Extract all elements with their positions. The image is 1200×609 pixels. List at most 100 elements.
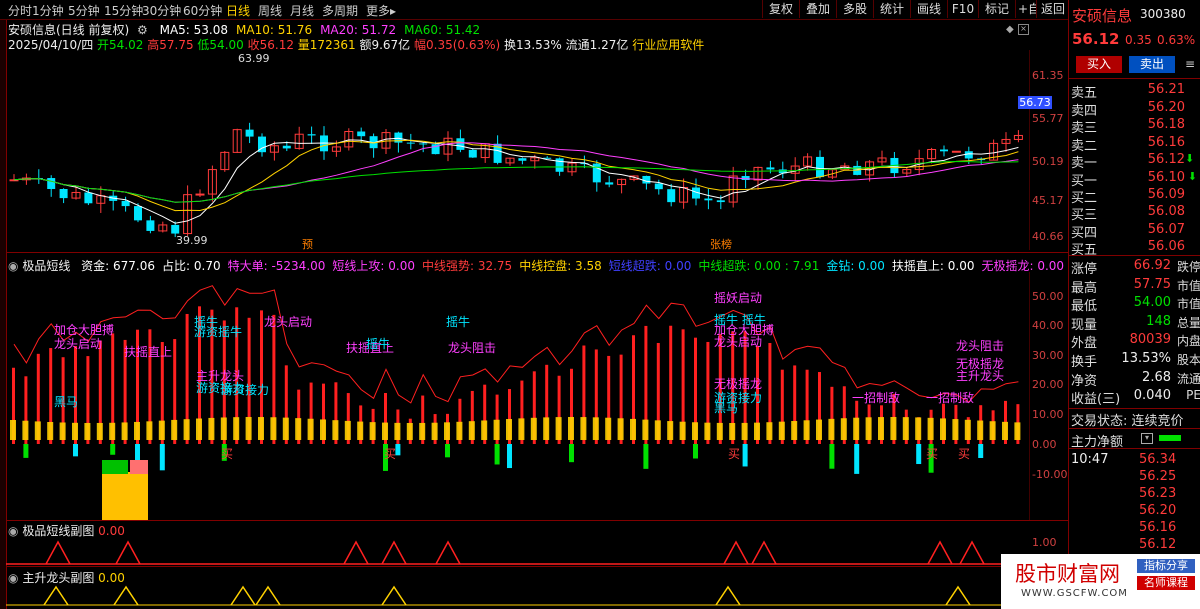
control-bar: [220, 417, 227, 440]
candle-body: [307, 134, 316, 136]
control-bar: [716, 422, 723, 440]
signal-triangle: [945, 585, 971, 606]
negative-bar: [742, 444, 748, 467]
period-tab-fenshi[interactable]: 分时: [8, 2, 32, 19]
indicator-value: 中线强势: 32.75: [421, 259, 513, 273]
candle-body: [245, 129, 254, 137]
period-tab-15min[interactable]: 15分钟: [104, 2, 143, 19]
control-bar: [927, 417, 934, 440]
control-bar: [791, 421, 798, 440]
sell-button[interactable]: 卖出: [1129, 56, 1175, 73]
order-level-price: 56.07: [1147, 221, 1185, 237]
mark-button[interactable]: 标记: [978, 0, 1015, 18]
ask-level: 卖三 56.18: [1071, 117, 1199, 136]
period-tab-multi[interactable]: 多周期: [322, 2, 358, 19]
control-bar: [183, 419, 190, 440]
control-bar: [977, 420, 984, 440]
indicator-value: 中线控盘: 3.58: [519, 259, 602, 273]
candle-body: [964, 151, 973, 159]
period-tab-monthly[interactable]: 月线: [290, 2, 314, 19]
period-tab-30min[interactable]: 30分钟: [142, 2, 181, 19]
stat-tail-label: 流通: [1176, 371, 1200, 386]
settings-icon[interactable]: ⚙: [137, 23, 148, 37]
ask-level: 卖二 56.16: [1071, 135, 1199, 154]
control-bar: [320, 419, 326, 440]
menu-icon[interactable]: ≡: [1183, 56, 1197, 73]
ask-level: 卖五 56.21: [1071, 82, 1199, 101]
negative-bar: [73, 444, 78, 457]
stat-label: 外盘: [1071, 336, 1098, 352]
sub2-chart: [6, 585, 1030, 606]
signal-triangle: [435, 540, 461, 565]
control-bar: [555, 417, 562, 440]
control-bar: [96, 422, 103, 440]
control-bar: [729, 422, 736, 440]
signal-label: 买: [221, 447, 233, 461]
stat-value: 57.75: [1133, 276, 1171, 292]
stat-row: 外盘 80039 内盘: [1071, 332, 1200, 352]
signal-label: 龙头启动: [54, 337, 102, 351]
overlay-button[interactable]: 叠加: [799, 0, 836, 18]
stat-label: 最低: [1071, 299, 1098, 315]
control-bar: [146, 421, 153, 440]
ma-values: MA5: 53.08 MA10: 51.76 MA20: 51.72 MA60: 51…: [152, 23, 481, 37]
signal-label: 摇牛: [446, 314, 470, 329]
signal-label: 游资接力: [221, 382, 269, 397]
negative-bar: [829, 444, 835, 469]
tick-price: 56.34: [1139, 452, 1177, 467]
stat-row: 收益(三) 0.040 PE: [1071, 388, 1200, 407]
signal-triangle: [751, 540, 777, 565]
order-level-price: 56.20: [1147, 99, 1185, 115]
signal-label: 买: [926, 447, 938, 461]
control-bar: [332, 420, 339, 440]
stock-code: 300380: [1140, 7, 1186, 21]
control-bar: [828, 418, 835, 440]
control-bar: [816, 419, 822, 440]
negative-bar: [643, 444, 649, 469]
indicator-value: 中线超跌: 0.00 : 7.91: [698, 259, 820, 273]
multi-stock-button[interactable]: 多股: [836, 0, 873, 18]
order-level-label: 买一: [1071, 174, 1098, 189]
control-bar: [282, 417, 289, 440]
control-bar: [940, 418, 946, 440]
close-icon[interactable]: ×: [1018, 24, 1029, 35]
collapse-toggle-icon[interactable]: ▾: [1141, 433, 1153, 444]
stat-value: 54.00: [1133, 295, 1171, 311]
indicator-collapse-icon[interactable]: ◉: [8, 259, 18, 273]
control-bar: [1002, 421, 1008, 440]
stat-tail-label: 股本: [1176, 353, 1200, 367]
draw-line-button[interactable]: 画线: [910, 0, 947, 18]
watermark-tag-1: 指标分享: [1137, 559, 1195, 573]
control-bar: [431, 422, 438, 440]
control-bar: [692, 422, 698, 440]
ma-value: MA60: 51.42: [404, 23, 481, 37]
pin-icon[interactable]: ◆: [1006, 24, 1014, 35]
period-tab-5min[interactable]: 5分钟: [68, 2, 100, 19]
candle-body: [282, 145, 291, 149]
control-bar: [754, 422, 760, 440]
price-axis-tick: 45.17: [1032, 194, 1064, 207]
period-tab-more[interactable]: 更多▸: [366, 2, 396, 19]
indicator-value: 金钻: 0.00: [826, 259, 885, 273]
control-bar: [121, 422, 128, 440]
statistics-button[interactable]: 统计: [873, 0, 910, 18]
period-tab-1min[interactable]: 1分钟: [32, 2, 64, 19]
buy-button[interactable]: 买入: [1076, 56, 1122, 73]
back-button[interactable]: 返回: [1036, 0, 1069, 18]
negative-bar: [507, 444, 512, 469]
indicator-name: 极品短线: [22, 259, 71, 273]
candle-body: [940, 149, 948, 152]
large-volume-block: [102, 472, 148, 520]
adjust-button[interactable]: 复权: [762, 0, 799, 18]
bid-level: 买一 56.10 ⬇: [1071, 170, 1199, 189]
period-tab-daily[interactable]: 日线: [226, 2, 250, 19]
period-tab-weekly[interactable]: 周线: [258, 2, 282, 19]
period-tab-60min[interactable]: 60分钟: [183, 2, 222, 19]
signal-triangle: [45, 540, 71, 565]
signal-tag: 张榜: [710, 237, 732, 250]
signal-triangle: [230, 585, 256, 606]
high-marker: 63.99: [238, 52, 270, 65]
signal-label: 摇牛: [366, 336, 390, 351]
f10-button[interactable]: F10: [947, 0, 978, 18]
control-bar: [481, 420, 488, 440]
